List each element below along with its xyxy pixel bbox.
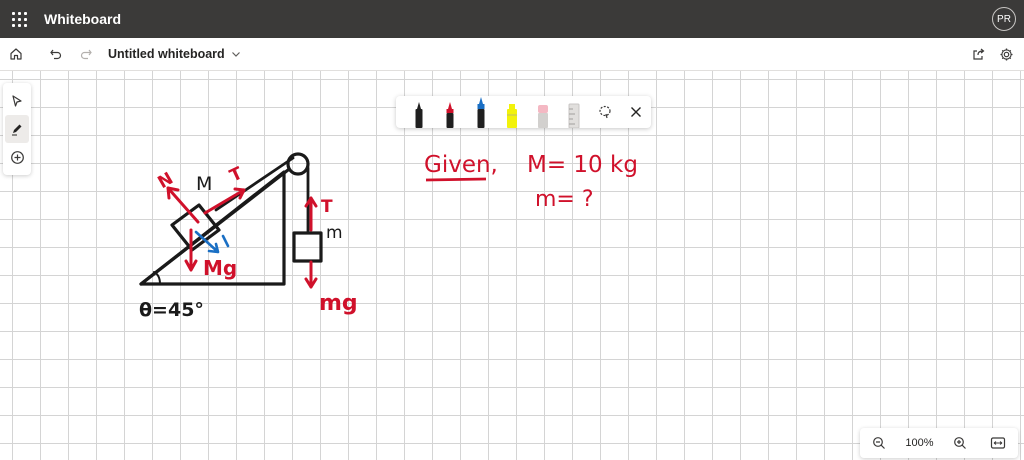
zoom-out-button[interactable] xyxy=(866,430,892,456)
label-m-value: m= ? xyxy=(535,187,594,212)
fit-to-screen-button[interactable] xyxy=(985,430,1011,456)
zoom-controls: 100% xyxy=(860,428,1018,458)
cursor-icon xyxy=(12,95,22,107)
zoom-out-icon xyxy=(873,437,886,449)
label-theta: θ=45° xyxy=(139,299,204,321)
undo-button[interactable] xyxy=(42,40,70,68)
select-tool-button[interactable] xyxy=(5,87,29,115)
ink-tool-button[interactable] xyxy=(5,115,29,143)
pen-icon xyxy=(12,124,22,136)
tool-rail xyxy=(3,83,31,175)
add-button[interactable] xyxy=(5,143,29,171)
pulley xyxy=(286,152,310,176)
ink-toolbar xyxy=(396,96,651,128)
red-pen-icon xyxy=(446,102,454,128)
red-pen-button[interactable] xyxy=(435,96,466,128)
settings-button[interactable] xyxy=(992,40,1020,68)
app-launcher-button[interactable] xyxy=(0,0,38,38)
eraser-icon xyxy=(537,105,548,128)
title-dropdown-button[interactable] xyxy=(231,49,241,59)
close-ink-toolbar-button[interactable] xyxy=(620,96,651,128)
ruler-icon xyxy=(568,103,580,128)
share-icon xyxy=(972,48,984,60)
undo-icon xyxy=(50,49,62,60)
home-icon xyxy=(10,48,22,60)
lasso-select-icon xyxy=(599,105,611,119)
app-title: Whiteboard xyxy=(44,11,121,27)
whiteboard-canvas[interactable]: N M T Mg θ=45° T m mg Given, M= 10 kg m=… xyxy=(0,71,1024,460)
redo-button[interactable] xyxy=(72,40,100,68)
redo-icon xyxy=(80,49,92,60)
ruler-button[interactable] xyxy=(558,96,589,128)
block-m xyxy=(292,231,323,263)
document-title[interactable]: Untitled whiteboard xyxy=(108,47,225,61)
black-pen-button[interactable] xyxy=(404,96,435,128)
label-Mg: Mg xyxy=(203,256,237,280)
black-pen-icon xyxy=(415,102,423,128)
zoom-in-icon xyxy=(953,437,966,449)
given-underline xyxy=(425,177,487,182)
command-bar: Untitled whiteboard xyxy=(0,38,1024,71)
highlighter-icon xyxy=(507,104,518,128)
plus-circle-icon xyxy=(10,150,24,164)
ink-drawing: N M T Mg θ=45° T m mg Given, M= 10 kg m=… xyxy=(139,152,638,321)
label-M-value: M= 10 kg xyxy=(527,152,638,178)
label-T-incline: T xyxy=(227,163,246,186)
label-given: Given, xyxy=(424,152,498,178)
share-button[interactable] xyxy=(964,40,992,68)
lasso-select-button[interactable] xyxy=(589,96,620,128)
blue-pen-button[interactable] xyxy=(466,96,497,128)
yellow-highlighter-button[interactable] xyxy=(497,96,528,128)
user-avatar[interactable]: PR xyxy=(992,7,1016,31)
close-icon xyxy=(630,107,641,117)
label-mg: mg xyxy=(319,291,358,316)
zoom-in-button[interactable] xyxy=(947,430,973,456)
fit-to-screen-icon xyxy=(991,437,1006,449)
blue-pen-icon xyxy=(477,97,485,128)
home-button[interactable] xyxy=(2,40,30,68)
weight-arrow-m xyxy=(304,260,318,289)
zoom-level: 100% xyxy=(905,437,934,449)
gear-icon xyxy=(1000,48,1012,60)
waffle-icon xyxy=(11,11,27,27)
title-bar: Whiteboard PR xyxy=(0,0,1024,38)
chevron-down-icon xyxy=(231,52,240,57)
eraser-button[interactable] xyxy=(528,96,559,128)
label-M: M xyxy=(196,173,212,195)
label-m: m xyxy=(326,223,343,243)
label-T-hanging: T xyxy=(321,197,333,217)
